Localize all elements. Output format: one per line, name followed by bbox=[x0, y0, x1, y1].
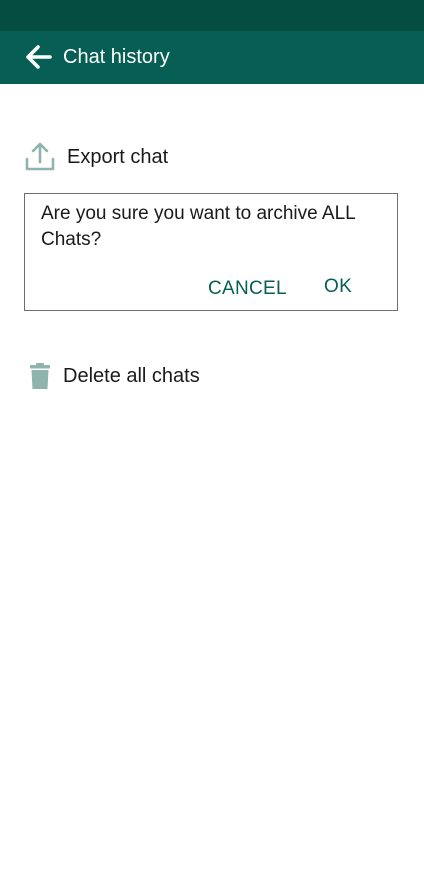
delete-all-chats-item[interactable]: Delete all chats bbox=[0, 353, 424, 399]
cancel-button[interactable]: CANCEL bbox=[208, 278, 287, 300]
status-bar bbox=[0, 0, 424, 31]
back-button[interactable] bbox=[18, 39, 58, 75]
page-title: Chat history bbox=[63, 46, 170, 68]
trash-icon bbox=[26, 362, 54, 390]
ok-button[interactable]: OK bbox=[324, 276, 352, 298]
arrow-left-icon bbox=[26, 45, 52, 69]
export-chat-item[interactable]: Export chat bbox=[0, 134, 424, 180]
upload-icon bbox=[24, 140, 56, 172]
delete-all-chats-label: Delete all chats bbox=[63, 365, 200, 387]
dialog-message: Are you sure you want to archive ALL Cha… bbox=[41, 203, 356, 250]
export-chat-label: Export chat bbox=[67, 146, 169, 168]
app-bar: Chat history bbox=[0, 31, 424, 84]
archive-confirm-dialog: Are you sure you want to archive ALL Cha… bbox=[24, 193, 398, 311]
